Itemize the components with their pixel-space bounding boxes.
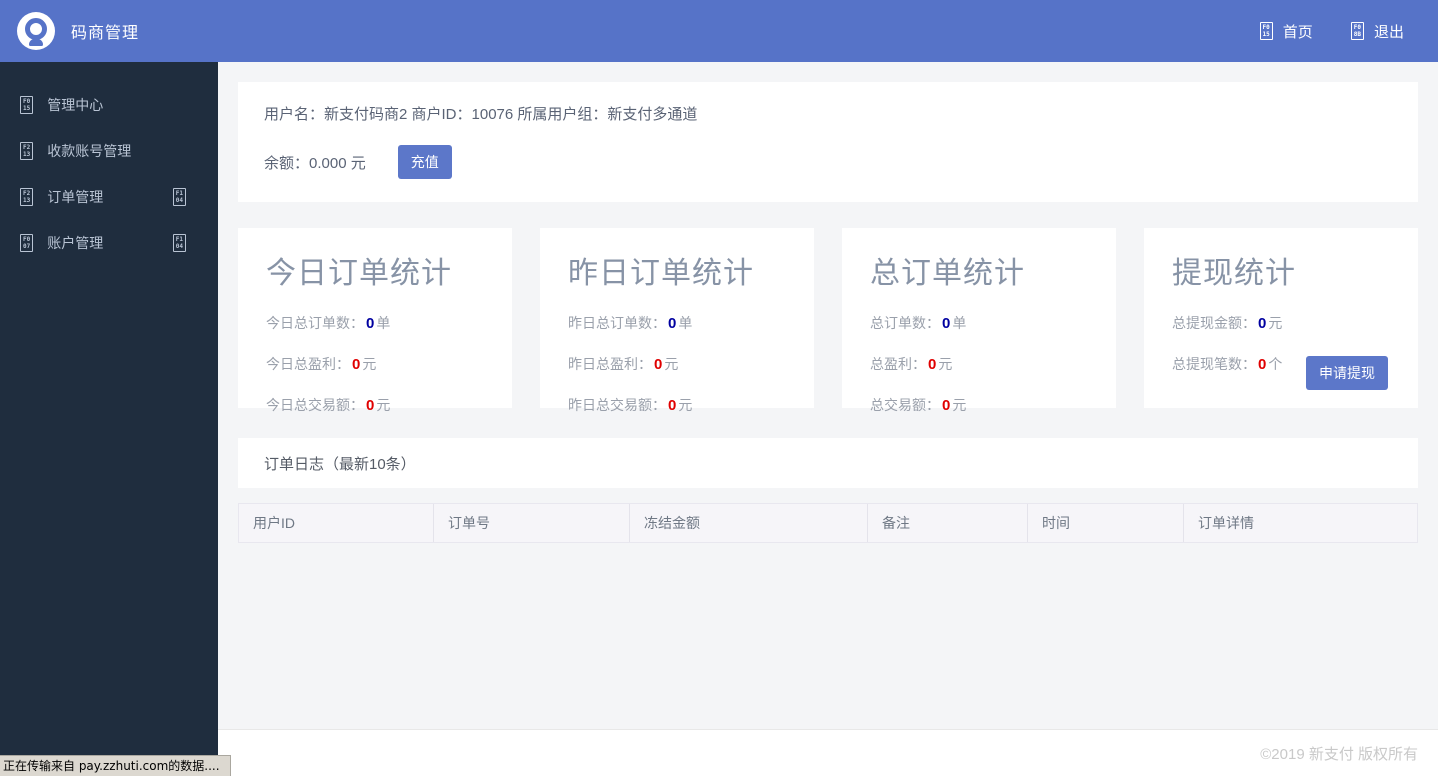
user-info-card: 用户名：新支付码商2 商户ID：10076 所属用户组：新支付多通道 余额：0.… — [238, 82, 1418, 202]
stat-line: 总订单数： 0 单 — [870, 313, 1088, 333]
home-icon: F0 15 — [1259, 22, 1273, 40]
main-content: 用户名：新支付码商2 商户ID：10076 所属用户组：新支付多通道 余额：0.… — [218, 62, 1438, 776]
stat-label: 今日总盈利： — [266, 356, 350, 372]
user-info-line: 用户名：新支付码商2 商户ID：10076 所属用户组：新支付多通道 — [264, 106, 698, 123]
management-center-icon: F0 15 — [20, 96, 34, 114]
stat-unit: 单 — [952, 315, 967, 331]
copyright-text: ©2019 新支付 版权所有 — [1260, 745, 1418, 763]
stat-unit: 元 — [362, 356, 377, 372]
payment-accounts-icon: F2 13 — [20, 142, 34, 160]
stat-label: 总提现金额： — [1172, 315, 1256, 331]
chevron-collapse-icon: F1 04 — [172, 234, 186, 252]
stat-line: 今日总订单数： 0 单 — [266, 313, 484, 333]
stat-label: 总提现笔数： — [1172, 356, 1256, 372]
stat-unit: 元 — [938, 356, 953, 372]
stat-card-title: 昨日订单统计 — [568, 257, 754, 290]
sidebar-item-account-management[interactable]: F0 07 账户管理 F1 04 — [0, 220, 218, 266]
apply-withdrawal-button[interactable]: 申请提现 — [1306, 356, 1388, 390]
sidebar-item-payment-accounts[interactable]: F2 13 收款账号管理 — [0, 128, 218, 174]
stat-value: 0 — [668, 315, 677, 332]
stat-unit: 元 — [664, 356, 679, 372]
chevron-collapse-icon: F1 04 — [172, 188, 186, 206]
stat-label: 总交易额： — [870, 397, 940, 413]
avatar-head-icon — [25, 18, 47, 40]
stat-label: 总盈利： — [870, 356, 926, 372]
order-management-icon: F2 13 — [20, 188, 34, 206]
stat-card-title: 总订单统计 — [870, 257, 1025, 290]
stat-label: 昨日总盈利： — [568, 356, 652, 372]
stat-value: 0 — [1258, 356, 1267, 373]
account-management-icon: F0 07 — [20, 234, 34, 252]
stat-unit: 个 — [1268, 356, 1283, 372]
column-header-order-detail: 订单详情 — [1198, 515, 1254, 531]
stat-card-withdrawal: 提现统计 总提现金额： 0 元 总提现笔数： 0 个 申请提现 — [1144, 228, 1418, 408]
stat-value: 0 — [942, 315, 951, 332]
nav-home-label: 首页 — [1282, 23, 1313, 41]
column-header-remark: 备注 — [868, 504, 1028, 542]
avatar-torso-icon — [29, 39, 43, 46]
column-header-frozen-amount: 冻结金额 — [630, 504, 868, 542]
stat-value: 0 — [366, 315, 375, 332]
top-header: 码商管理 F0 15 首页 F0 8B 退出 — [0, 0, 1438, 62]
stat-line: 昨日总订单数： 0 单 — [568, 313, 786, 333]
order-log-title: 订单日志（最新10条） — [264, 455, 416, 473]
balance-label: 余额：0.000 元 — [264, 154, 366, 172]
stat-line: 今日总盈利： 0 元 — [266, 354, 484, 374]
app-title: 码商管理 — [71, 25, 140, 42]
app-logo-avatar-icon — [17, 12, 55, 50]
stat-label: 今日总交易额： — [266, 397, 364, 413]
stat-label: 昨日总订单数： — [568, 315, 666, 331]
order-log-table-header: 用户ID 订单号 冻结金额 备注 时间 订单详情 — [238, 503, 1418, 543]
order-log-title-bar: 订单日志（最新10条） — [238, 438, 1418, 488]
stat-value: 0 — [366, 397, 375, 414]
stat-unit: 元 — [376, 397, 391, 413]
stat-card-today: 今日订单统计 今日总订单数： 0 单 今日总盈利： 0 元 今日总交易额： 0 元 — [238, 228, 512, 414]
stat-line: 昨日总交易额： 0 元 — [568, 395, 786, 415]
stat-card-title: 提现统计 — [1172, 257, 1296, 290]
stat-line: 昨日总盈利： 0 元 — [568, 354, 786, 374]
stat-line: 总提现金额： 0 元 — [1172, 313, 1390, 333]
stat-label: 昨日总交易额： — [568, 397, 666, 413]
stat-card-title: 今日订单统计 — [266, 257, 452, 290]
stat-value: 0 — [668, 397, 677, 414]
stat-card-yesterday: 昨日订单统计 昨日总订单数： 0 单 昨日总盈利： 0 元 昨日总交易额： 0 元 — [540, 228, 814, 414]
page-footer: ©2019 新支付 版权所有 — [218, 729, 1438, 776]
stat-value: 0 — [654, 356, 663, 373]
stat-unit: 元 — [678, 397, 693, 413]
sidebar-item-management-center[interactable]: F0 15 管理中心 — [0, 82, 218, 128]
balance-row: 余额：0.000 元 充值 — [264, 145, 1392, 179]
nav-logout[interactable]: F0 8B 退出 — [1350, 21, 1404, 42]
nav-home[interactable]: F0 15 首页 — [1259, 21, 1313, 42]
stat-line: 总盈利： 0 元 — [870, 354, 1088, 374]
nav-logout-label: 退出 — [1373, 23, 1404, 41]
sidebar-item-order-management[interactable]: F2 13 订单管理 F1 04 — [0, 174, 218, 220]
stat-label: 总订单数： — [870, 315, 940, 331]
stats-row: 今日订单统计 今日总订单数： 0 单 今日总盈利： 0 元 今日总交易额： 0 元 昨日订单… — [238, 228, 1418, 414]
stat-line: 今日总交易额： 0 元 — [266, 395, 484, 415]
column-header-order-no: 订单号 — [434, 504, 630, 542]
stat-card-total: 总订单统计 总订单数： 0 单 总盈利： 0 元 总交易额： 0 元 — [842, 228, 1116, 414]
column-header-user-id: 用户ID — [239, 504, 434, 542]
sidebar-item-label: 订单管理 — [47, 189, 104, 205]
logout-icon: F0 8B — [1350, 22, 1364, 40]
recharge-button[interactable]: 充值 — [397, 145, 452, 179]
stat-value: 0 — [1258, 315, 1267, 332]
stat-value: 0 — [928, 356, 937, 373]
sidebar-item-label: 账户管理 — [47, 235, 104, 251]
sidebar-item-label: 收款账号管理 — [47, 143, 132, 159]
stat-unit: 元 — [952, 397, 967, 413]
sidebar-item-label: 管理中心 — [47, 97, 104, 113]
stat-unit: 单 — [376, 315, 391, 331]
stat-unit: 元 — [1268, 315, 1283, 331]
stat-label: 今日总订单数： — [266, 315, 364, 331]
header-nav: F0 15 首页 F0 8B 退出 — [1259, 21, 1404, 42]
sidebar: F0 15 管理中心 F2 13 收款账号管理 F2 13 订单管理 F1 04 F0 0… — [0, 62, 218, 776]
stat-value: 0 — [352, 356, 361, 373]
column-header-time: 时间 — [1028, 504, 1184, 542]
stat-line: 总交易额： 0 元 — [870, 395, 1088, 415]
stat-unit: 单 — [678, 315, 693, 331]
stat-value: 0 — [942, 397, 951, 414]
browser-status-bar: 正在传输来自 pay.zzhuti.com的数据.... — [0, 755, 231, 776]
